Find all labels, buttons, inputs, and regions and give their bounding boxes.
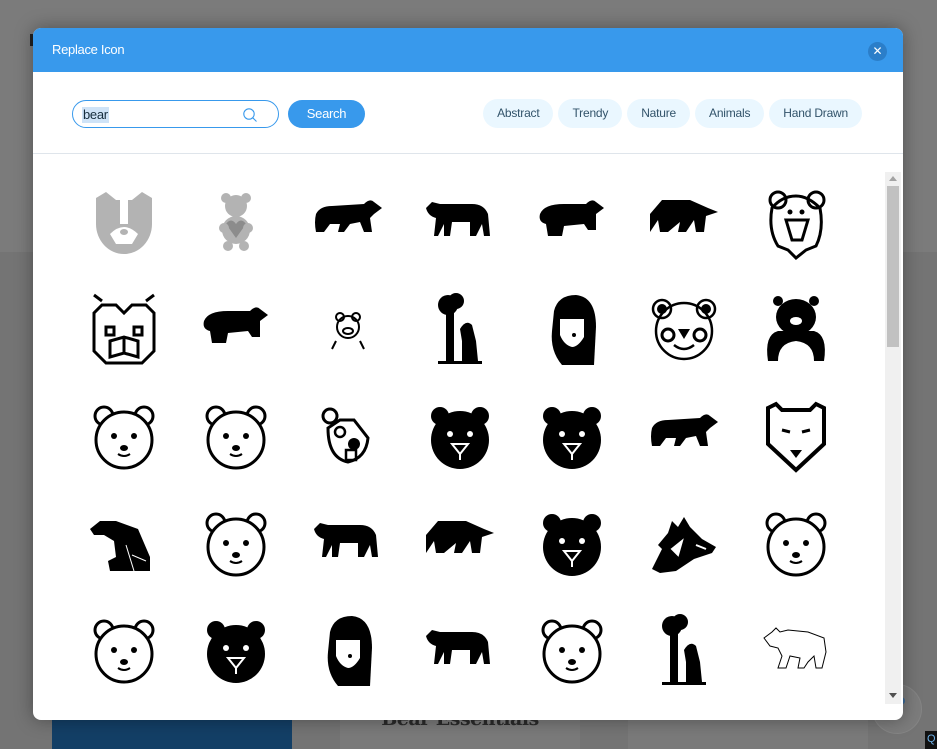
icon-result[interactable] [292, 596, 404, 703]
search-icon[interactable] [242, 107, 258, 123]
scrollbar[interactable] [885, 172, 901, 704]
tag-trendy[interactable]: Trendy [558, 99, 623, 128]
polar-bear-sitting-icon [90, 520, 150, 571]
search-input[interactable]: bear [82, 107, 109, 123]
bear-small-outline-icon [331, 311, 365, 349]
tag-hand-drawn[interactable]: Hand Drawn [769, 99, 862, 128]
bear-face-black-nose-icon [543, 406, 601, 469]
icon-result[interactable] [404, 489, 516, 596]
bear-face-geometric-outline-icon [92, 293, 156, 364]
icon-result[interactable] [516, 489, 628, 596]
bear-face-gray-icon [96, 191, 152, 254]
polar-bear-portrait-icon [551, 294, 596, 365]
icon-result[interactable] [180, 382, 292, 489]
icon-result[interactable] [740, 275, 852, 382]
icon-result[interactable] [180, 489, 292, 596]
bear-low-poly-icon [426, 520, 494, 553]
corner-widget-icon: Q [927, 733, 936, 745]
icon-result[interactable] [68, 382, 180, 489]
icon-results-area [33, 154, 903, 720]
icon-result[interactable] [516, 382, 628, 489]
scroll-down-arrow[interactable] [889, 693, 897, 698]
panda-face-outline-icon [651, 298, 717, 360]
dialog-header: Replace Icon ✕ [33, 28, 903, 72]
icon-result[interactable] [516, 168, 628, 275]
bear-face-o-mouth-icon [207, 620, 265, 683]
icon-result[interactable] [740, 382, 852, 489]
icon-result[interactable] [180, 275, 292, 382]
tag-animals[interactable]: Animals [695, 99, 765, 128]
icon-result[interactable] [516, 275, 628, 382]
bear-cub-silhouette-icon [651, 413, 718, 446]
grizzly-bear-walking-icon [314, 522, 378, 557]
icon-result[interactable] [740, 489, 852, 596]
cute-bear-face-icon [205, 405, 267, 469]
scroll-thumb[interactable] [887, 186, 899, 347]
search-field[interactable]: bear [72, 100, 279, 128]
icon-result[interactable] [292, 382, 404, 489]
icon-result[interactable] [180, 596, 292, 703]
bear-face-round-outline-icon [765, 512, 827, 576]
icon-result[interactable] [628, 489, 740, 596]
tag-abstract[interactable]: Abstract [483, 99, 554, 128]
polar-bear-face-thin-icon [93, 619, 155, 683]
bear-head-sketch-icon [652, 516, 716, 573]
angry-bear-face-icon [93, 405, 155, 469]
icon-result[interactable] [68, 168, 180, 275]
icon-result[interactable] [404, 275, 516, 382]
dialog-title: Replace Icon [52, 42, 125, 57]
icon-result[interactable] [68, 275, 180, 382]
lion-bear-sketch-icon [768, 190, 826, 260]
bear-prowling-silhouette-icon [426, 629, 490, 664]
corner-widget[interactable]: Q [925, 731, 937, 749]
icon-result[interactable] [628, 168, 740, 275]
icon-result[interactable] [180, 168, 292, 275]
bear-strawberry-tree-icon [662, 613, 706, 685]
bear-face-black-eyes-icon [431, 406, 489, 469]
close-icon: ✕ [872, 44, 883, 58]
icon-result[interactable] [628, 382, 740, 489]
search-button[interactable]: Search [288, 100, 365, 128]
icon-result[interactable] [740, 596, 852, 703]
icon-result[interactable] [628, 275, 740, 382]
search-toolbar: bear Search Abstract Trendy Nature Anima… [33, 72, 903, 154]
icon-result[interactable] [404, 382, 516, 489]
bear-chubby-silhouette-icon [539, 199, 604, 236]
icon-result[interactable] [292, 168, 404, 275]
beaver-bear-face-icon [321, 407, 370, 464]
icon-result[interactable] [292, 275, 404, 382]
icon-result[interactable] [740, 168, 852, 275]
icon-result[interactable] [404, 596, 516, 703]
icon-grid [68, 168, 852, 703]
bear-standing-silhouette-icon [426, 201, 490, 236]
icon-result[interactable] [292, 489, 404, 596]
bear-hug-silhouette-icon [767, 295, 825, 361]
bear-round-silhouette-icon [203, 306, 268, 343]
category-tags: Abstract Trendy Nature Animals Hand Draw… [483, 99, 862, 128]
icon-result[interactable] [628, 596, 740, 703]
scroll-up-arrow[interactable] [889, 176, 897, 181]
bear-face-y-nose-black-icon [543, 513, 601, 576]
bear-shield-face-icon [766, 401, 826, 473]
bear-line-drawing-icon [763, 626, 827, 668]
bear-geometric-silhouette-icon [650, 199, 718, 232]
close-button[interactable]: ✕ [868, 42, 887, 61]
replace-icon-dialog: Replace Icon ✕ bear Search Abstract Tren… [33, 28, 903, 720]
icon-result[interactable] [68, 596, 180, 703]
teddy-bear-heart-icon [219, 192, 253, 251]
icon-result[interactable] [404, 168, 516, 275]
icon-result[interactable] [516, 596, 628, 703]
bear-tree-silhouette-icon [438, 292, 482, 364]
tag-nature[interactable]: Nature [627, 99, 691, 128]
icon-result[interactable] [68, 489, 180, 596]
serious-bear-face-icon [541, 619, 603, 683]
moon-bear-standing-icon [327, 615, 372, 686]
bear-walking-silhouette-icon [315, 199, 382, 232]
bear-face-y-nose-outline-icon [205, 512, 267, 576]
